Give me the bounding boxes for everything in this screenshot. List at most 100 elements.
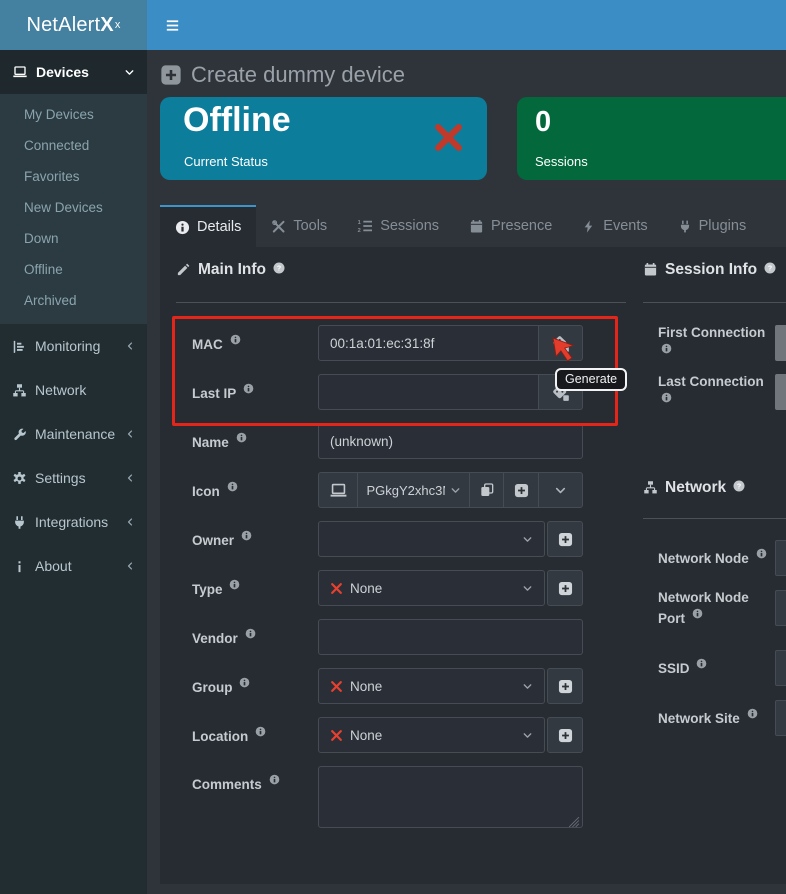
resize-grip-icon[interactable] bbox=[567, 815, 580, 828]
hamburger-menu-icon[interactable] bbox=[164, 17, 181, 34]
icon-dropdown-button[interactable] bbox=[539, 473, 581, 507]
info-circle-icon bbox=[696, 658, 707, 669]
location-label: Location bbox=[192, 726, 318, 744]
form-row-last-connection: Last Connection bbox=[643, 374, 786, 410]
group-select[interactable]: None bbox=[318, 668, 545, 704]
comments-textarea[interactable] bbox=[318, 766, 583, 828]
add-group-button[interactable] bbox=[547, 668, 583, 704]
form-row-network-site: Network Site bbox=[643, 700, 786, 736]
mac-input[interactable] bbox=[318, 325, 539, 361]
sidebar-item-offline[interactable]: Offline bbox=[0, 254, 147, 285]
sidebar-item-down[interactable]: Down bbox=[0, 223, 147, 254]
divider bbox=[176, 302, 626, 303]
tools-icon bbox=[271, 219, 286, 234]
ssid-input[interactable] bbox=[775, 650, 786, 686]
tab-tools[interactable]: Tools bbox=[256, 205, 342, 247]
plus-square-icon bbox=[514, 483, 529, 498]
brand-logo[interactable]: NetAlertXx bbox=[0, 0, 147, 50]
icon-preview bbox=[319, 473, 358, 507]
type-label: Type bbox=[192, 579, 318, 597]
add-type-button[interactable] bbox=[547, 570, 583, 606]
sidebar-item-network[interactable]: Network bbox=[0, 368, 147, 412]
plus-square-icon bbox=[558, 581, 573, 596]
network-node-input[interactable] bbox=[775, 540, 786, 576]
network-header: Network bbox=[643, 479, 745, 497]
help-icon[interactable] bbox=[273, 262, 285, 274]
last-connection-input[interactable] bbox=[775, 374, 786, 410]
list-ol-icon bbox=[357, 218, 373, 234]
plus-square-icon bbox=[160, 64, 182, 86]
info-circle-icon bbox=[661, 343, 672, 354]
sidebar-item-devices[interactable]: Devices bbox=[0, 50, 147, 94]
first-connection-input[interactable] bbox=[775, 325, 786, 361]
add-location-button[interactable] bbox=[547, 717, 583, 753]
help-icon[interactable] bbox=[733, 480, 745, 492]
tab-events[interactable]: Events bbox=[567, 205, 662, 247]
red-x-icon bbox=[330, 729, 343, 742]
owner-select[interactable] bbox=[318, 521, 545, 557]
calendar-icon bbox=[643, 262, 658, 277]
tab-presence[interactable]: Presence bbox=[454, 205, 567, 247]
sidebar-item-new-devices[interactable]: New Devices bbox=[0, 192, 147, 223]
bolt-icon bbox=[582, 219, 596, 234]
tab-plugins[interactable]: Plugins bbox=[663, 205, 762, 247]
copy-icon-button[interactable] bbox=[470, 473, 504, 507]
last-connection-label: Last Connection bbox=[658, 372, 776, 412]
sidebar: Devices My Devices Connected Favorites N… bbox=[0, 50, 147, 894]
info-circle-icon bbox=[243, 383, 254, 394]
name-input[interactable] bbox=[318, 423, 583, 459]
type-select[interactable]: None bbox=[318, 570, 545, 606]
current-status-card[interactable]: Offline Current Status bbox=[160, 97, 487, 180]
tab-sessions[interactable]: Sessions bbox=[342, 205, 454, 247]
network-site-input[interactable] bbox=[775, 700, 786, 736]
info-icon bbox=[12, 559, 27, 574]
chart-icon bbox=[12, 339, 27, 354]
info-circle-icon bbox=[245, 628, 256, 639]
main-info-header: Main Info bbox=[176, 261, 285, 279]
sessions-card[interactable]: 0 Sessions bbox=[517, 97, 786, 180]
form-row-owner: Owner bbox=[160, 521, 620, 557]
sidebar-item-favorites[interactable]: Favorites bbox=[0, 161, 147, 192]
generate-tooltip: Generate bbox=[555, 368, 627, 391]
sidebar-item-about[interactable]: About bbox=[0, 544, 147, 588]
netalertx-app: NetAlertXx Devices My Devices Connected … bbox=[0, 0, 786, 894]
info-circle-icon bbox=[229, 579, 240, 590]
info-circle-icon bbox=[255, 726, 266, 737]
sidebar-item-monitoring[interactable]: Monitoring bbox=[0, 324, 147, 368]
chevron-down-icon bbox=[450, 485, 461, 496]
form-row-group: Group None bbox=[160, 668, 620, 704]
last-ip-input[interactable] bbox=[318, 374, 539, 410]
tab-details[interactable]: Details bbox=[160, 205, 256, 247]
sidebar-item-connected[interactable]: Connected bbox=[0, 130, 147, 161]
content-area: Create dummy device Offline Current Stat… bbox=[147, 50, 786, 894]
copy-icon bbox=[479, 482, 495, 498]
vendor-input[interactable] bbox=[318, 619, 583, 655]
network-node-port-input[interactable] bbox=[775, 590, 786, 626]
sidebar-item-archived[interactable]: Archived bbox=[0, 285, 147, 316]
add-icon-button[interactable] bbox=[504, 473, 539, 507]
chevron-left-icon bbox=[125, 517, 135, 527]
sidebar-item-settings[interactable]: Settings bbox=[0, 456, 147, 500]
help-icon[interactable] bbox=[764, 262, 776, 274]
form-row-network-node-port: Network Node Port bbox=[643, 590, 786, 626]
session-info-header: Session Info bbox=[643, 261, 776, 279]
last-ip-label: Last IP bbox=[192, 383, 318, 401]
sessions-value: 0 bbox=[535, 106, 551, 139]
sitemap-icon bbox=[643, 480, 658, 495]
gear-icon bbox=[12, 471, 27, 486]
form-row-icon: Icon PGkgY2xhc3M bbox=[160, 472, 620, 508]
location-select[interactable]: None bbox=[318, 717, 545, 753]
add-owner-button[interactable] bbox=[547, 521, 583, 557]
ssid-label: SSID bbox=[658, 658, 776, 679]
name-label: Name bbox=[192, 432, 318, 450]
info-circle-icon bbox=[227, 481, 238, 492]
icon-select[interactable]: PGkgY2xhc3M bbox=[358, 473, 470, 507]
sessions-label: Sessions bbox=[535, 154, 588, 169]
sidebar-item-integrations[interactable]: Integrations bbox=[0, 500, 147, 544]
plug-icon bbox=[678, 219, 692, 234]
chevron-down-icon bbox=[124, 67, 135, 78]
sidebar-item-my-devices[interactable]: My Devices bbox=[0, 99, 147, 130]
sidebar-item-maintenance[interactable]: Maintenance bbox=[0, 412, 147, 456]
form-row-ssid: SSID bbox=[643, 650, 786, 686]
chevron-down-icon bbox=[522, 534, 533, 545]
